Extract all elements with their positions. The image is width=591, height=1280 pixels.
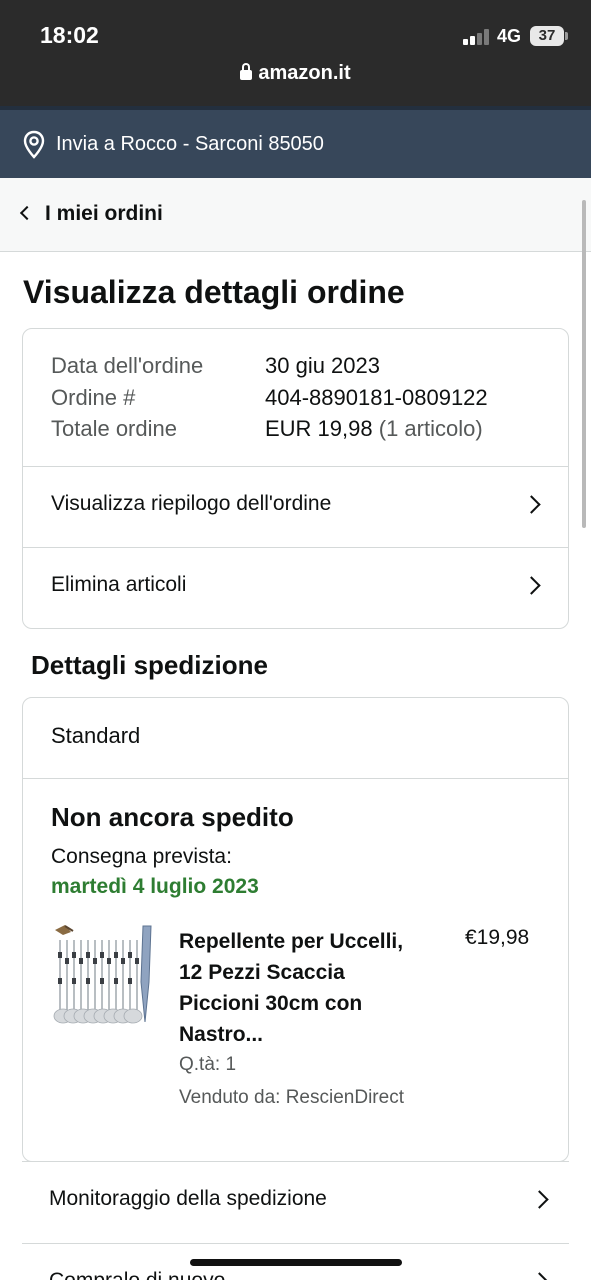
location-pin-icon — [23, 130, 45, 159]
order-date-value: 30 giu 2023 — [265, 353, 380, 378]
shipping-section-title: Dettagli spedizione — [31, 650, 268, 680]
track-shipment-link[interactable]: Monitoraggio della spedizione — [22, 1161, 569, 1241]
chevron-right-icon — [522, 576, 541, 595]
order-total-value: EUR 19,98 (1 articolo) — [265, 416, 483, 441]
shipping-card: Standard Non ancora spedito Consegna pre… — [22, 697, 569, 1162]
order-number-value: 404-8890181-0809122 — [265, 385, 488, 410]
order-date-label: Data dell'ordine — [51, 353, 204, 378]
back-to-orders[interactable]: I miei ordini — [0, 178, 591, 252]
url-text: amazon.it — [258, 62, 351, 84]
signal-icon — [463, 29, 491, 45]
shipping-method: Standard — [51, 723, 141, 748]
order-summary-label: Visualizza riepilogo dell'ordine — [51, 492, 332, 515]
order-info-card: Data dell'ordine 30 giu 2023 Ordine # 40… — [22, 328, 569, 629]
product-price: €19,98 — [465, 926, 530, 949]
battery-icon: 37 — [530, 26, 564, 46]
chevron-right-icon — [530, 1272, 549, 1280]
delete-items-link[interactable]: Elimina articoli — [23, 548, 568, 628]
address-bar[interactable]: amazon.it — [0, 62, 591, 85]
order-summary-link[interactable]: Visualizza riepilogo dell'ordine — [23, 467, 568, 547]
shipping-status: Non ancora spedito — [51, 802, 294, 832]
delete-items-label: Elimina articoli — [51, 573, 187, 596]
order-number-label: Ordine # — [51, 385, 136, 410]
chevron-right-icon — [522, 495, 541, 514]
chevron-right-icon — [530, 1190, 549, 1209]
track-shipment-label: Monitoraggio della spedizione — [49, 1187, 327, 1210]
order-total-label: Totale ordine — [51, 416, 177, 441]
back-label: I miei ordini — [45, 202, 163, 225]
scrollbar[interactable] — [582, 200, 586, 528]
product-title[interactable]: Repellente per Uccelli, 12 Pezzi Scaccia… — [179, 926, 419, 1050]
home-indicator[interactable] — [190, 1259, 402, 1266]
chevron-left-icon — [19, 205, 35, 221]
product-seller: Venduto da: RescienDirect — [179, 1087, 404, 1108]
delivery-label: Consegna prevista: — [51, 845, 232, 868]
buy-again-label: Compralo di nuovo — [49, 1269, 225, 1280]
status-bar: 18:02 4G 37 amazon.it — [0, 0, 591, 106]
lock-icon — [240, 63, 253, 80]
deliver-to-label: Invia a Rocco - Sarconi 85050 — [56, 133, 324, 155]
status-time: 18:02 — [40, 22, 99, 48]
network-type: 4G — [497, 26, 522, 46]
deliver-to-bar[interactable]: Invia a Rocco - Sarconi 85050 — [0, 106, 591, 178]
product-image[interactable] — [51, 922, 155, 1030]
order-item-count: (1 articolo) — [378, 416, 483, 441]
page-title: Visualizza dettagli ordine — [23, 274, 405, 310]
delivery-date: martedì 4 luglio 2023 — [51, 875, 259, 898]
product-quantity: Q.tà: 1 — [179, 1054, 237, 1075]
